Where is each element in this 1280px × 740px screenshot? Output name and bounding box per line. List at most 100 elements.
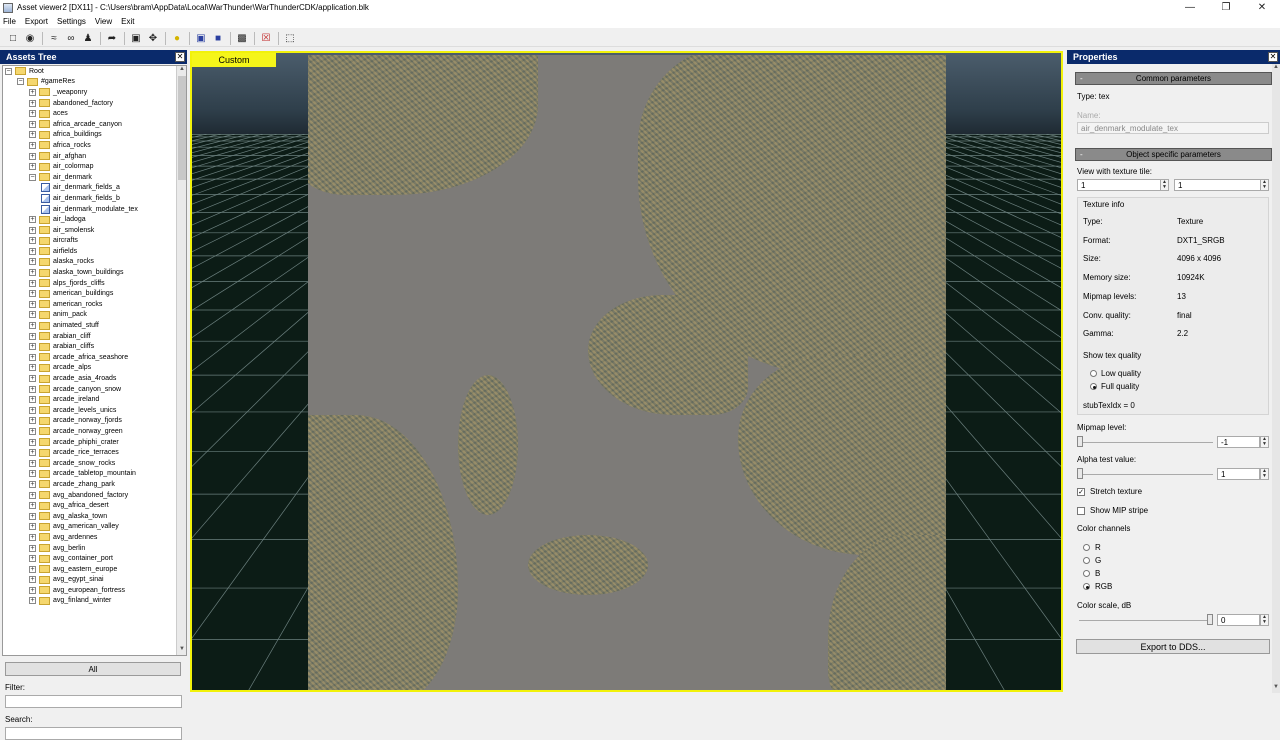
tree-item[interactable]: + avg_egypt_sinai <box>3 575 186 586</box>
tree-item[interactable]: + africa_buildings <box>3 130 186 141</box>
expand-icon[interactable]: + <box>29 523 36 531</box>
collapse-icon[interactable]: - <box>1080 150 1083 159</box>
tree-item[interactable]: + arcade_norway_green <box>3 426 186 437</box>
expand-icon[interactable]: + <box>29 385 36 393</box>
tree-item[interactable]: + american_buildings <box>3 288 186 299</box>
expand-icon[interactable]: + <box>29 586 36 594</box>
tree-item[interactable]: + avg_container_port <box>3 553 186 564</box>
scroll-up-icon[interactable]: ▲ <box>177 66 186 75</box>
tree-item[interactable]: + abandoned_factory <box>3 98 186 109</box>
expand-icon[interactable]: + <box>29 565 36 573</box>
channel-b-radio[interactable] <box>1083 570 1090 577</box>
tree-item[interactable]: + arcade_asia_4roads <box>3 373 186 384</box>
expand-icon[interactable]: + <box>29 597 36 605</box>
tree-item[interactable]: + _weaponry <box>3 87 186 98</box>
expand-icon[interactable]: + <box>29 406 36 414</box>
expand-icon[interactable]: + <box>29 343 36 351</box>
expand-icon[interactable]: + <box>29 470 36 478</box>
eye-icon[interactable]: ◉ <box>23 31 37 45</box>
expand-icon[interactable]: + <box>29 120 36 128</box>
expand-icon[interactable]: + <box>29 226 36 234</box>
tree-item[interactable]: + american_rocks <box>3 299 186 310</box>
person-icon[interactable]: ♟ <box>81 31 95 45</box>
tree-item[interactable]: + arcade_rice_terraces <box>3 447 186 458</box>
grid-move-icon[interactable]: ✥ <box>146 31 160 45</box>
alpha-spinner-icon[interactable]: ▲ ▼ <box>1260 468 1269 480</box>
menu-settings[interactable]: Settings <box>57 17 86 26</box>
minimize-button[interactable]: — <box>1172 0 1208 15</box>
menu-file[interactable]: File <box>3 17 16 26</box>
expand-icon[interactable]: + <box>29 502 36 510</box>
tree-item[interactable]: + arcade_tabletop_mountain <box>3 469 186 480</box>
channel-rgb-radio[interactable] <box>1083 583 1090 590</box>
scrollbar-thumb[interactable] <box>178 76 186 180</box>
alpha-input[interactable]: 1 <box>1217 468 1260 480</box>
tree-item[interactable]: + arabian_cliff <box>3 331 186 342</box>
show-mip-stripe-checkbox[interactable] <box>1077 507 1085 515</box>
tree-root[interactable]: − Root <box>3 66 186 77</box>
tree-item[interactable]: air_denmark_fields_b <box>3 193 186 204</box>
tab-custom[interactable]: Custom <box>192 53 276 67</box>
expand-icon[interactable]: + <box>29 427 36 435</box>
stretch-texture-checkbox[interactable]: ✓ <box>1077 488 1085 496</box>
expand-icon[interactable]: + <box>29 99 36 107</box>
expand-icon[interactable]: + <box>29 290 36 298</box>
tree-item[interactable]: + arcade_africa_seashore <box>3 352 186 363</box>
expand-icon[interactable]: + <box>29 141 36 149</box>
tree-item[interactable]: + air_ladoga <box>3 214 186 225</box>
expand-icon[interactable]: + <box>29 237 36 245</box>
tree-item[interactable]: + anim_pack <box>3 310 186 321</box>
tree-item[interactable]: + avg_africa_desert <box>3 500 186 511</box>
expand-icon[interactable]: + <box>29 555 36 563</box>
mipmap-slider-handle[interactable] <box>1077 436 1083 447</box>
zoom-extents-icon[interactable]: □ <box>6 31 20 45</box>
collapse-icon[interactable]: − <box>5 67 12 75</box>
expand-icon[interactable]: + <box>29 88 36 96</box>
channel-g-radio[interactable] <box>1083 557 1090 564</box>
tree-gameres[interactable]: − #gameRes <box>3 77 186 88</box>
tree-item[interactable]: + air_smolensk <box>3 225 186 236</box>
tree-item[interactable]: + arcade_snow_rocks <box>3 458 186 469</box>
mipmap-input[interactable]: -1 <box>1217 436 1260 448</box>
tree-item[interactable]: + avg_berlin <box>3 543 186 554</box>
common-parameters-header[interactable]: - Common parameters <box>1075 72 1272 85</box>
expand-icon[interactable]: + <box>29 247 36 255</box>
tree-item[interactable]: + animated_stuff <box>3 320 186 331</box>
expand-icon[interactable]: + <box>29 332 36 340</box>
tree-item[interactable]: + avg_american_valley <box>3 522 186 533</box>
search-input[interactable] <box>5 727 182 740</box>
expand-icon[interactable]: + <box>29 311 36 319</box>
alpha-slider-track[interactable] <box>1079 474 1213 475</box>
expand-icon[interactable]: + <box>29 258 36 266</box>
expand-icon[interactable]: + <box>29 417 36 425</box>
tree-item[interactable]: + arabian_cliffs <box>3 341 186 352</box>
all-button[interactable]: All <box>5 662 181 676</box>
tile-y-spinner-icon[interactable]: ▲ ▼ <box>1260 179 1269 191</box>
assets-tree[interactable]: − Root − #gameRes + _weaponry + abandoned_f… <box>2 65 187 656</box>
channel-r-radio[interactable] <box>1083 544 1090 551</box>
expand-icon[interactable]: + <box>29 279 36 287</box>
selection-icon[interactable]: ⬚ <box>283 31 297 45</box>
assets-tree-close-icon[interactable]: ✕ <box>175 52 185 62</box>
tree-item[interactable]: + avg_european_fortress <box>3 585 186 596</box>
expand-icon[interactable]: + <box>29 396 36 404</box>
expand-icon[interactable]: + <box>29 375 36 383</box>
low-quality-radio[interactable] <box>1090 370 1097 377</box>
tree-item[interactable]: + aces <box>3 108 186 119</box>
binoculars-icon[interactable]: ∞ <box>64 31 78 45</box>
tree-scrollbar[interactable]: ▲ ▼ <box>176 66 186 655</box>
tree-item[interactable]: + africa_rocks <box>3 140 186 151</box>
expand-icon[interactable]: + <box>29 353 36 361</box>
properties-close-icon[interactable]: ✕ <box>1268 52 1278 62</box>
expand-icon[interactable]: + <box>29 449 36 457</box>
cube-solid-icon[interactable]: ■ <box>211 31 225 45</box>
tree-item[interactable]: + airfields <box>3 246 186 257</box>
tree-item[interactable]: + avg_eastern_europe <box>3 564 186 575</box>
maximize-button[interactable]: ❐ <box>1208 0 1244 15</box>
export-to-dds-button[interactable]: Export to DDS... <box>1076 639 1270 654</box>
viewport[interactable]: Custom <box>190 51 1063 692</box>
tree-item[interactable]: + avg_alaska_town <box>3 511 186 522</box>
expand-icon[interactable]: + <box>29 131 36 139</box>
expand-icon[interactable]: + <box>29 300 36 308</box>
color-scale-input[interactable]: 0 <box>1217 614 1260 626</box>
